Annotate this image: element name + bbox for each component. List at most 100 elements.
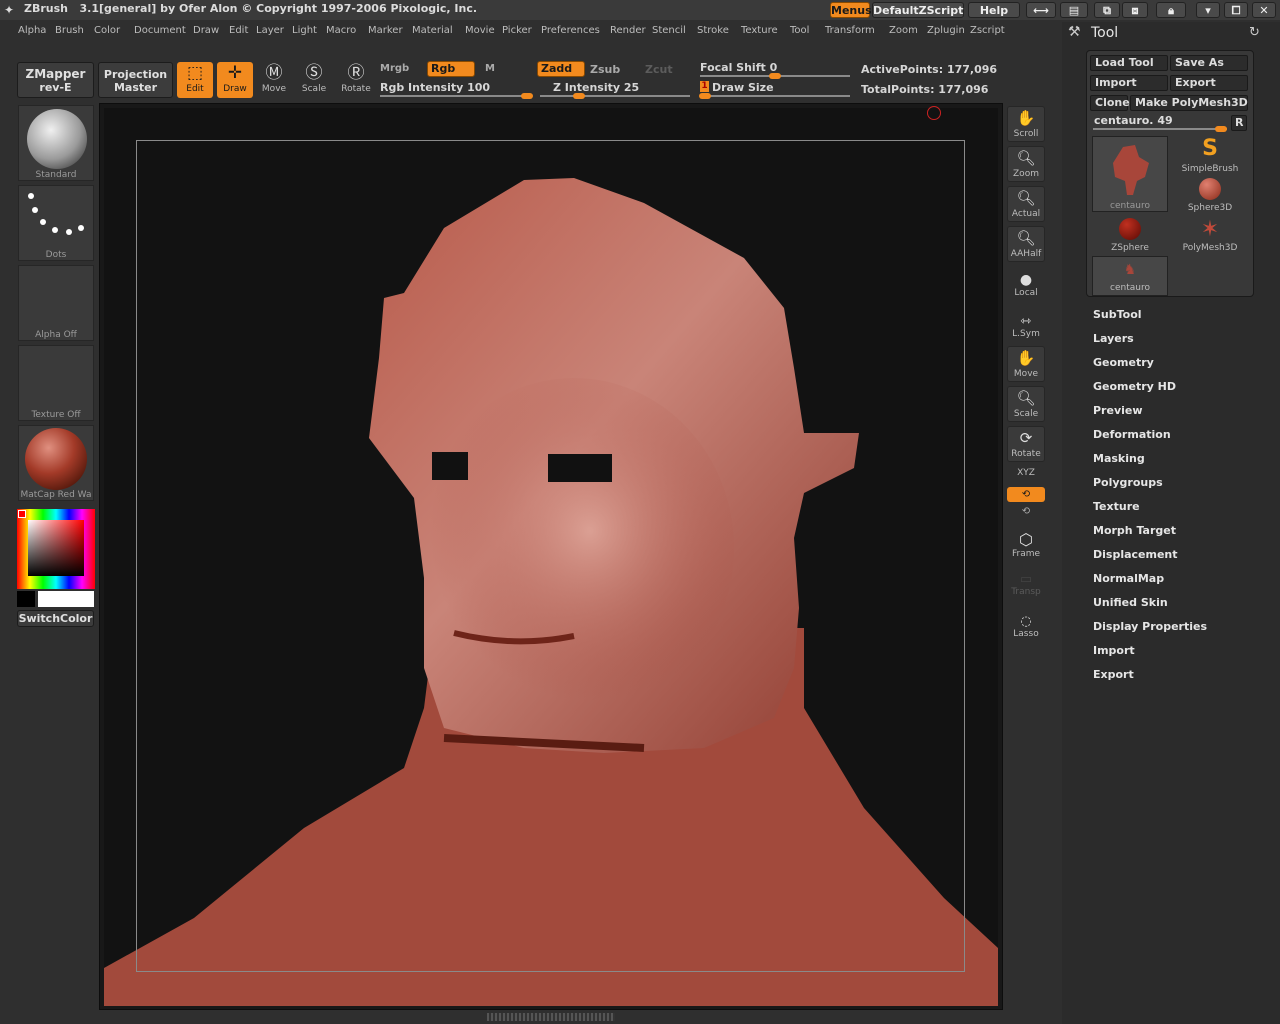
tool-thumb-zsphere[interactable]: ZSphere (1092, 216, 1168, 256)
m-toggle[interactable]: M (485, 63, 495, 74)
menu-marker[interactable]: Marker (368, 25, 403, 36)
aahalf-button[interactable]: 🔍︎ AAHalf (1007, 226, 1045, 262)
zsub-toggle[interactable]: Zsub (590, 63, 620, 76)
section-masking[interactable]: Masking (1093, 452, 1145, 465)
menu-texture[interactable]: Texture (741, 25, 778, 36)
tool-thumb-centauro-2[interactable]: ♞ centauro (1092, 256, 1168, 296)
menu-transform[interactable]: Transform (825, 25, 875, 36)
menus-button[interactable]: Menus (830, 2, 872, 18)
rgb-intensity-slider[interactable] (380, 95, 530, 97)
import-tool-button[interactable]: Import (1090, 75, 1168, 91)
hide-ui-icon[interactable]: ⟷ (1026, 2, 1056, 18)
section-morph-target[interactable]: Morph Target (1093, 524, 1176, 537)
layout-icon[interactable]: ▤ (1060, 2, 1088, 18)
menu-color[interactable]: Color (94, 25, 120, 36)
make-polymesh-button[interactable]: Make PolyMesh3D (1130, 95, 1248, 111)
secondary-color-swatch[interactable] (17, 591, 35, 607)
tool-thumb-simplebrush[interactable]: S SimpleBrush (1172, 136, 1248, 176)
lock-icon[interactable]: 🔒︎ (1156, 2, 1186, 18)
zadd-toggle[interactable]: Zadd (537, 61, 585, 77)
rotate-mode-button[interactable]: Ⓡ Rotate (338, 62, 374, 98)
menu-picker[interactable]: Picker (502, 25, 532, 36)
section-import[interactable]: Import (1093, 644, 1135, 657)
rotate-view-button[interactable]: ⟳ Rotate (1007, 426, 1045, 462)
tool-selector-knob[interactable] (1215, 126, 1227, 132)
section-displacement[interactable]: Displacement (1093, 548, 1178, 561)
move-mode-button[interactable]: Ⓜ Move (256, 62, 292, 98)
r-button[interactable]: R (1231, 115, 1247, 131)
draw-size-knob[interactable] (699, 93, 711, 99)
section-normalmap[interactable]: NormalMap (1093, 572, 1164, 585)
actual-button[interactable]: 🔍︎ Actual (1007, 186, 1045, 222)
menu-zscript[interactable]: Zscript (970, 25, 1005, 36)
section-texture[interactable]: Texture (1093, 500, 1140, 513)
section-export[interactable]: Export (1093, 668, 1134, 681)
primary-color-swatch[interactable] (38, 591, 94, 607)
tool-palette-title[interactable]: Tool (1091, 25, 1118, 41)
menu-material[interactable]: Material (412, 25, 453, 36)
frame-button[interactable]: ⬡ Frame (1007, 530, 1045, 559)
y-axis-toggle[interactable]: ⟲ (1007, 487, 1045, 502)
z-axis-toggle[interactable]: ⟲ (1007, 506, 1045, 520)
draw-mode-button[interactable]: ✛ Draw (217, 62, 253, 98)
rgb-toggle[interactable]: Rgb (427, 61, 475, 77)
tool-thumb-polymesh3d[interactable]: ✶ PolyMesh3D (1172, 216, 1248, 256)
section-geometry-hd[interactable]: Geometry HD (1093, 380, 1176, 393)
menu-tool[interactable]: Tool (790, 25, 809, 36)
brush-selector[interactable]: Standard (18, 105, 94, 181)
menu-edit[interactable]: Edit (229, 25, 248, 36)
section-unified-skin[interactable]: Unified Skin (1093, 596, 1168, 609)
texture-selector[interactable]: Texture Off (18, 345, 94, 421)
clone-button[interactable]: Clone (1090, 95, 1130, 111)
menu-alpha[interactable]: Alpha (18, 25, 46, 36)
xyz-button[interactable]: XYZ (1007, 468, 1045, 478)
menu-stencil[interactable]: Stencil (652, 25, 686, 36)
section-display-properties[interactable]: Display Properties (1093, 620, 1207, 633)
menu-brush[interactable]: Brush (55, 25, 84, 36)
edit-mode-button[interactable]: ⬚ Edit (177, 62, 213, 98)
menu-macro[interactable]: Macro (326, 25, 356, 36)
scale-mode-button[interactable]: Ⓢ Scale (296, 62, 332, 98)
load-tool-button[interactable]: Load Tool (1090, 55, 1168, 71)
z-intensity-slider[interactable] (540, 95, 690, 97)
section-polygroups[interactable]: Polygroups (1093, 476, 1163, 489)
zcut-toggle[interactable]: Zcut (645, 63, 673, 76)
scale-view-button[interactable]: 🔍︎ Scale (1007, 386, 1045, 422)
local-button[interactable]: ● Local (1007, 272, 1045, 298)
restore-ui-icon[interactable]: ⧉ (1094, 2, 1120, 18)
menu-preferences[interactable]: Preferences (541, 25, 600, 36)
mrgb-toggle[interactable]: Mrgb (380, 63, 409, 74)
rgb-intensity-knob[interactable] (521, 93, 533, 99)
menu-light[interactable]: Light (292, 25, 317, 36)
tool-thumb-sphere3d[interactable]: Sphere3D (1172, 176, 1248, 216)
refresh-icon[interactable]: ↻ (1249, 25, 1260, 40)
scroll-button[interactable]: ✋ Scroll (1007, 106, 1045, 142)
save-as-button[interactable]: Save As (1170, 55, 1248, 71)
canvas-resize-handle[interactable] (487, 1013, 615, 1021)
menu-render[interactable]: Render (610, 25, 646, 36)
switch-color-button[interactable]: SwitchColor (17, 610, 94, 627)
section-layers[interactable]: Layers (1093, 332, 1134, 345)
draw-size-slider[interactable] (700, 95, 850, 97)
tool-selector-slider[interactable] (1093, 128, 1227, 130)
alpha-selector[interactable]: Alpha Off (18, 265, 94, 341)
menu-draw[interactable]: Draw (193, 25, 219, 36)
menu-zplugin[interactable]: Zplugin (927, 25, 965, 36)
default-zscript-button[interactable]: DefaultZScript (872, 2, 964, 18)
section-geometry[interactable]: Geometry (1093, 356, 1154, 369)
close-icon[interactable]: ✕ (1252, 2, 1276, 18)
move-view-button[interactable]: ✋ Move (1007, 346, 1045, 382)
section-deformation[interactable]: Deformation (1093, 428, 1171, 441)
transp-button[interactable]: ▭ Transp (1007, 572, 1045, 597)
stroke-selector[interactable]: Dots (18, 185, 94, 261)
menu-layer[interactable]: Layer (256, 25, 284, 36)
tool-thumb-centauro[interactable]: centauro (1092, 136, 1168, 212)
projection-master-button[interactable]: Projection Master (98, 62, 173, 98)
help-button[interactable]: Help (968, 2, 1020, 18)
color-picker[interactable] (17, 509, 95, 589)
minimize-icon[interactable]: ▾ (1196, 2, 1220, 18)
menu-stroke[interactable]: Stroke (697, 25, 729, 36)
focal-shift-knob[interactable] (769, 73, 781, 79)
menu-document[interactable]: Document (134, 25, 186, 36)
lsym-button[interactable]: ⇿ L.Sym (1007, 314, 1045, 339)
